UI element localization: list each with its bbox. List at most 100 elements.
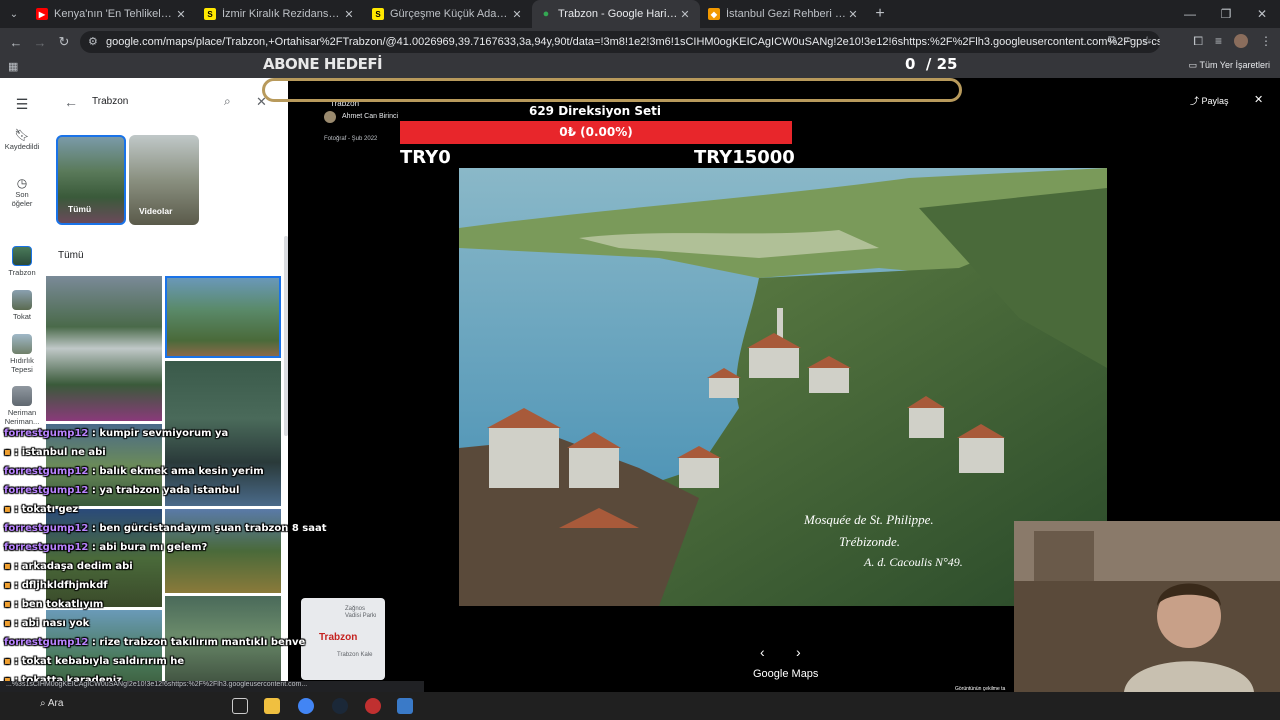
chat-text: : balık ekmek ama kesin yerim <box>88 466 264 477</box>
share-button[interactable]: ⤴ Paylaş <box>1190 94 1229 107</box>
url-text: google.com/maps/place/Trabzon,+Ortahisar… <box>106 36 1160 48</box>
tab-search-button[interactable]: ⌄ <box>0 0 28 28</box>
donation-goal-title: 629 Direksiyon Seti <box>528 104 661 118</box>
close-icon[interactable]: ✕ <box>678 8 692 21</box>
tab-title: İzmir Kiralık Rezidans, Villa, Mü <box>222 8 342 20</box>
rail-recent[interactable]: ◷ Son öğeler <box>0 176 44 208</box>
close-window-icon[interactable]: ✕ <box>1244 7 1280 21</box>
close-icon[interactable]: ✕ <box>174 8 188 21</box>
photo-thumb-selected[interactable] <box>165 276 281 358</box>
url-bar[interactable]: ⚙ google.com/maps/place/Trabzon,+Ortahis… <box>80 31 1160 53</box>
chat-text: : abi nası yok <box>10 618 90 629</box>
back-arrow-icon[interactable]: ← <box>4 35 28 50</box>
close-viewer-icon[interactable]: ✕ <box>1254 93 1263 106</box>
file-explorer-icon[interactable] <box>264 698 280 714</box>
minimize-icon[interactable]: — <box>1172 7 1208 21</box>
close-icon[interactable]: ✕ <box>510 8 524 21</box>
previous-photo-icon[interactable]: ‹ <box>760 644 765 660</box>
chat-username: forrestgump12 <box>4 428 89 439</box>
hamburger-menu-icon[interactable]: ☰ <box>0 96 44 113</box>
place-thumbnail <box>12 386 32 406</box>
tab-0[interactable]: ▶ Kenya'nın 'En Tehlikeli' Mahalles ✕ <box>28 0 196 28</box>
search-input[interactable]: Trabzon <box>92 96 128 107</box>
chat-text: : ben gürcistandayım şuan trabzon 8 saat <box>88 523 327 534</box>
chat-message: ▪ : dfljhkldfhjmkdf <box>4 580 108 591</box>
category-all[interactable]: Tümü <box>56 135 126 225</box>
chat-user-badge-icon: ▪ <box>4 580 11 591</box>
taskbar-search-label: Ara <box>47 698 64 709</box>
next-photo-icon[interactable]: › <box>796 644 801 660</box>
subscriber-goal-count: 0 / 25 <box>905 55 957 73</box>
close-icon[interactable]: ✕ <box>342 8 356 21</box>
link-status-bar: ...%3s1sCIHM0ogKEICAgICW0uSANg!2e10!3e12… <box>0 681 424 692</box>
forward-arrow-icon[interactable]: → <box>28 35 52 50</box>
chat-user-badge-icon: ▪ <box>4 447 11 458</box>
photo-image: Mosquée de St. Philippe. Trébizonde. A. … <box>459 168 1107 606</box>
window-controls: — ❐ ✕ <box>1172 0 1280 28</box>
photo-caption: A. d. Cacoulis N°49. <box>863 555 963 569</box>
chat-message: forrestgump12 : kumpir sevmiyorum ya <box>4 428 228 439</box>
photo-caption: Trébizonde. <box>839 534 900 549</box>
chat-user-badge-icon: ▪ <box>4 504 11 515</box>
guide-icon: ◆ <box>708 8 720 20</box>
restore-icon[interactable]: ❐ <box>1208 7 1244 21</box>
sahibinden-icon: S <box>204 8 216 20</box>
task-view-icon[interactable] <box>232 698 248 714</box>
tab-2[interactable]: S Gürçeşme Küçük Ada Mahalles ✕ <box>364 0 532 28</box>
category-label: Videolar <box>139 206 173 216</box>
subscriber-goal-label: ABONE HEDEFİ <box>263 55 383 73</box>
chrome-icon[interactable] <box>298 698 314 714</box>
photo-author[interactable]: Ahmet Can Birinci <box>342 113 398 120</box>
chat-message: ▪ : arkadaşa dedim abi <box>4 561 133 572</box>
donation-min: TRY0 <box>400 147 451 168</box>
rail-place-tokat[interactable]: Tokat <box>0 290 44 321</box>
chat-username: forrestgump12 <box>4 485 89 496</box>
tab-4[interactable]: ◆ İstanbul Gezi Rehberi - İstanbul ✕ <box>700 0 868 28</box>
reload-icon[interactable]: ↻ <box>52 34 76 50</box>
rail-place-hidirlik[interactable]: Hıdırlık Tepesi <box>0 334 44 374</box>
search-icon[interactable]: ⌕ <box>224 94 231 109</box>
rail-place-neriman[interactable]: Neriman Neriman... <box>0 386 44 426</box>
google-maps-logo: Google Maps <box>753 668 819 680</box>
tab-1[interactable]: S İzmir Kiralık Rezidans, Villa, Mü ✕ <box>196 0 364 28</box>
stream-chat-overlay: forrestgump12 : kumpir sevmiyorum ya ▪ : … <box>0 428 327 698</box>
rail-place-label: Hıdırlık Tepesi <box>10 356 34 374</box>
history-icon: ◷ <box>16 176 28 190</box>
back-arrow-icon[interactable]: ← <box>64 94 78 110</box>
tab-3[interactable]: ● Trabzon - Google Haritalar ✕ <box>532 0 700 28</box>
menu-kebab-icon[interactable]: ⋮ <box>1260 34 1272 49</box>
new-tab-button[interactable]: + <box>868 5 892 23</box>
close-icon[interactable]: ✕ <box>846 8 860 21</box>
category-videos[interactable]: Videolar <box>129 135 199 225</box>
apps-grid-icon[interactable]: ▦ <box>8 60 18 73</box>
chat-text: : istanbul ne abi <box>10 447 106 458</box>
taskbar-search[interactable]: ⌕ Ara <box>40 698 63 709</box>
address-toolbar: ← → ↻ ⚙ google.com/maps/place/Trabzon,+O… <box>0 28 1280 56</box>
windows-taskbar: ⌕ Ara <box>0 692 1280 720</box>
chat-user-badge-icon: ▪ <box>4 599 11 610</box>
zoom-icon[interactable]: ⌕ <box>1126 34 1132 47</box>
site-info-icon[interactable]: ⚙ <box>88 35 98 48</box>
media-controls-icon[interactable]: ≡ <box>1215 34 1222 49</box>
extensions-icon[interactable]: ⧠ <box>1193 34 1203 49</box>
chat-text: : ya trabzon yada istanbul <box>88 485 240 496</box>
minimap[interactable]: Zağnos Vadisi Parkı Trabzon Trabzon Kale <box>301 598 385 680</box>
profile-avatar[interactable] <box>1234 34 1248 48</box>
main-photo[interactable]: Mosquée de St. Philippe. Trébizonde. A. … <box>459 168 1107 606</box>
chat-message: forrestgump12 : balık ekmek ama kesin ye… <box>4 466 264 477</box>
bookmark-star-icon[interactable]: ☆ <box>1142 34 1152 47</box>
photo-date: Fotoğraf - Şub 2022 <box>324 136 378 142</box>
rail-saved[interactable]: 🔖︎ Kaydedildi <box>0 128 44 151</box>
rail-place-trabzon[interactable]: Trabzon <box>0 246 44 277</box>
steam-icon[interactable] <box>332 698 348 714</box>
chat-user-badge-icon: ▪ <box>4 656 11 667</box>
install-icon[interactable]: ⧉ <box>1108 34 1116 47</box>
tab-title: Trabzon - Google Haritalar <box>558 8 678 20</box>
chat-username: forrestgump12 <box>4 466 89 477</box>
photo-thumb[interactable] <box>46 276 162 421</box>
all-bookmarks-link[interactable]: ▭ Tüm Yer İşaretleri <box>1189 60 1270 71</box>
goal-total: / 25 <box>925 55 958 73</box>
webcam-overlay <box>1014 521 1280 692</box>
calculator-icon[interactable] <box>397 698 413 714</box>
app-icon[interactable] <box>365 698 381 714</box>
